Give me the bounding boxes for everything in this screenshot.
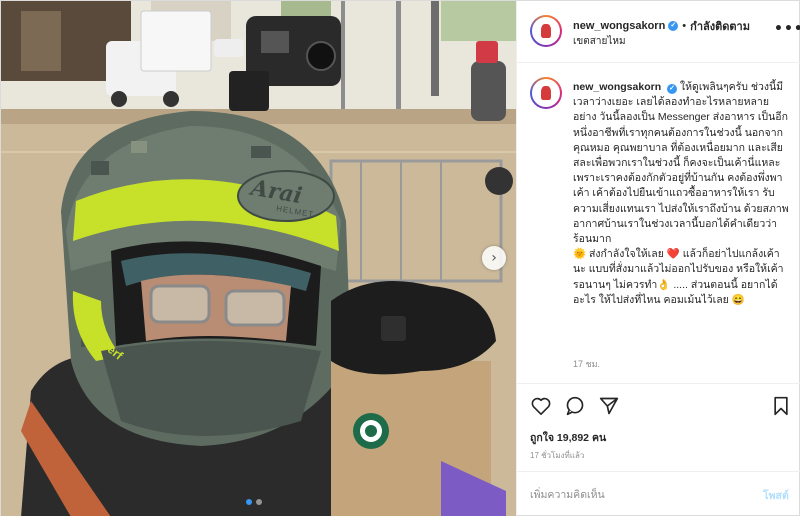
more-options-icon[interactable]: ••• [774, 21, 800, 37]
post-comment-button[interactable]: โพสต์ [763, 487, 789, 504]
caption-verified-badge-icon: ✓ [667, 84, 678, 94]
comment-composer: โพสต์ [517, 471, 800, 516]
caption: new_wongsakorn ✓ ให้ดูเพลินๆครับ ช่วงนี้… [573, 80, 791, 308]
share-icon[interactable] [597, 394, 621, 418]
chevron-right-icon: › [491, 250, 497, 266]
carousel-dot [256, 499, 262, 505]
posted-timestamp: 17 ชั่วโมงที่แล้ว [530, 451, 585, 460]
carousel-dots [246, 499, 262, 505]
header-separator: • [682, 20, 687, 32]
post-photo[interactable]: Arai HELMET D-Perf › [1, 1, 516, 516]
bookmark-icon[interactable] [769, 394, 793, 418]
selfie-illustration [1, 1, 516, 516]
comment-icon[interactable] [563, 394, 587, 418]
follow-status-button[interactable]: กำลังติดตาม [690, 17, 750, 35]
post-header: new_wongsakorn ✓ • กำลังติดตาม เขตสายไหม… [517, 1, 800, 63]
avatar[interactable] [530, 15, 562, 47]
like-count[interactable]: ถูกใจ 19,892 คน [530, 429, 606, 446]
caption-section: new_wongsakorn ✓ ให้ดูเพลินๆครับ ช่วงนี้… [517, 64, 800, 382]
post-location[interactable]: เขตสายไหม [573, 34, 626, 49]
caption-time-ago: 17 ชม. [573, 359, 601, 369]
instagram-post: Arai HELMET D-Perf › new_wongsakorn ✓ • … [0, 0, 800, 516]
caption-text: ให้ดูเพลินๆครับ ช่วงนี้มีเวลาว่างเยอะ เล… [573, 81, 789, 306]
heart-icon[interactable] [529, 394, 553, 418]
verified-badge-icon: ✓ [668, 21, 679, 31]
carousel-next-button[interactable]: › [482, 246, 506, 270]
caption-avatar[interactable] [530, 77, 562, 109]
post-sidebar: new_wongsakorn ✓ • กำลังติดตาม เขตสายไหม… [516, 1, 800, 516]
caption-username[interactable]: new_wongsakorn [573, 81, 661, 93]
comment-input[interactable] [530, 485, 730, 505]
carousel-dot-active [246, 499, 252, 505]
header-username[interactable]: new_wongsakorn [573, 20, 665, 32]
header-user-line: new_wongsakorn ✓ • กำลังติดตาม [573, 17, 750, 35]
action-bar [517, 383, 800, 428]
